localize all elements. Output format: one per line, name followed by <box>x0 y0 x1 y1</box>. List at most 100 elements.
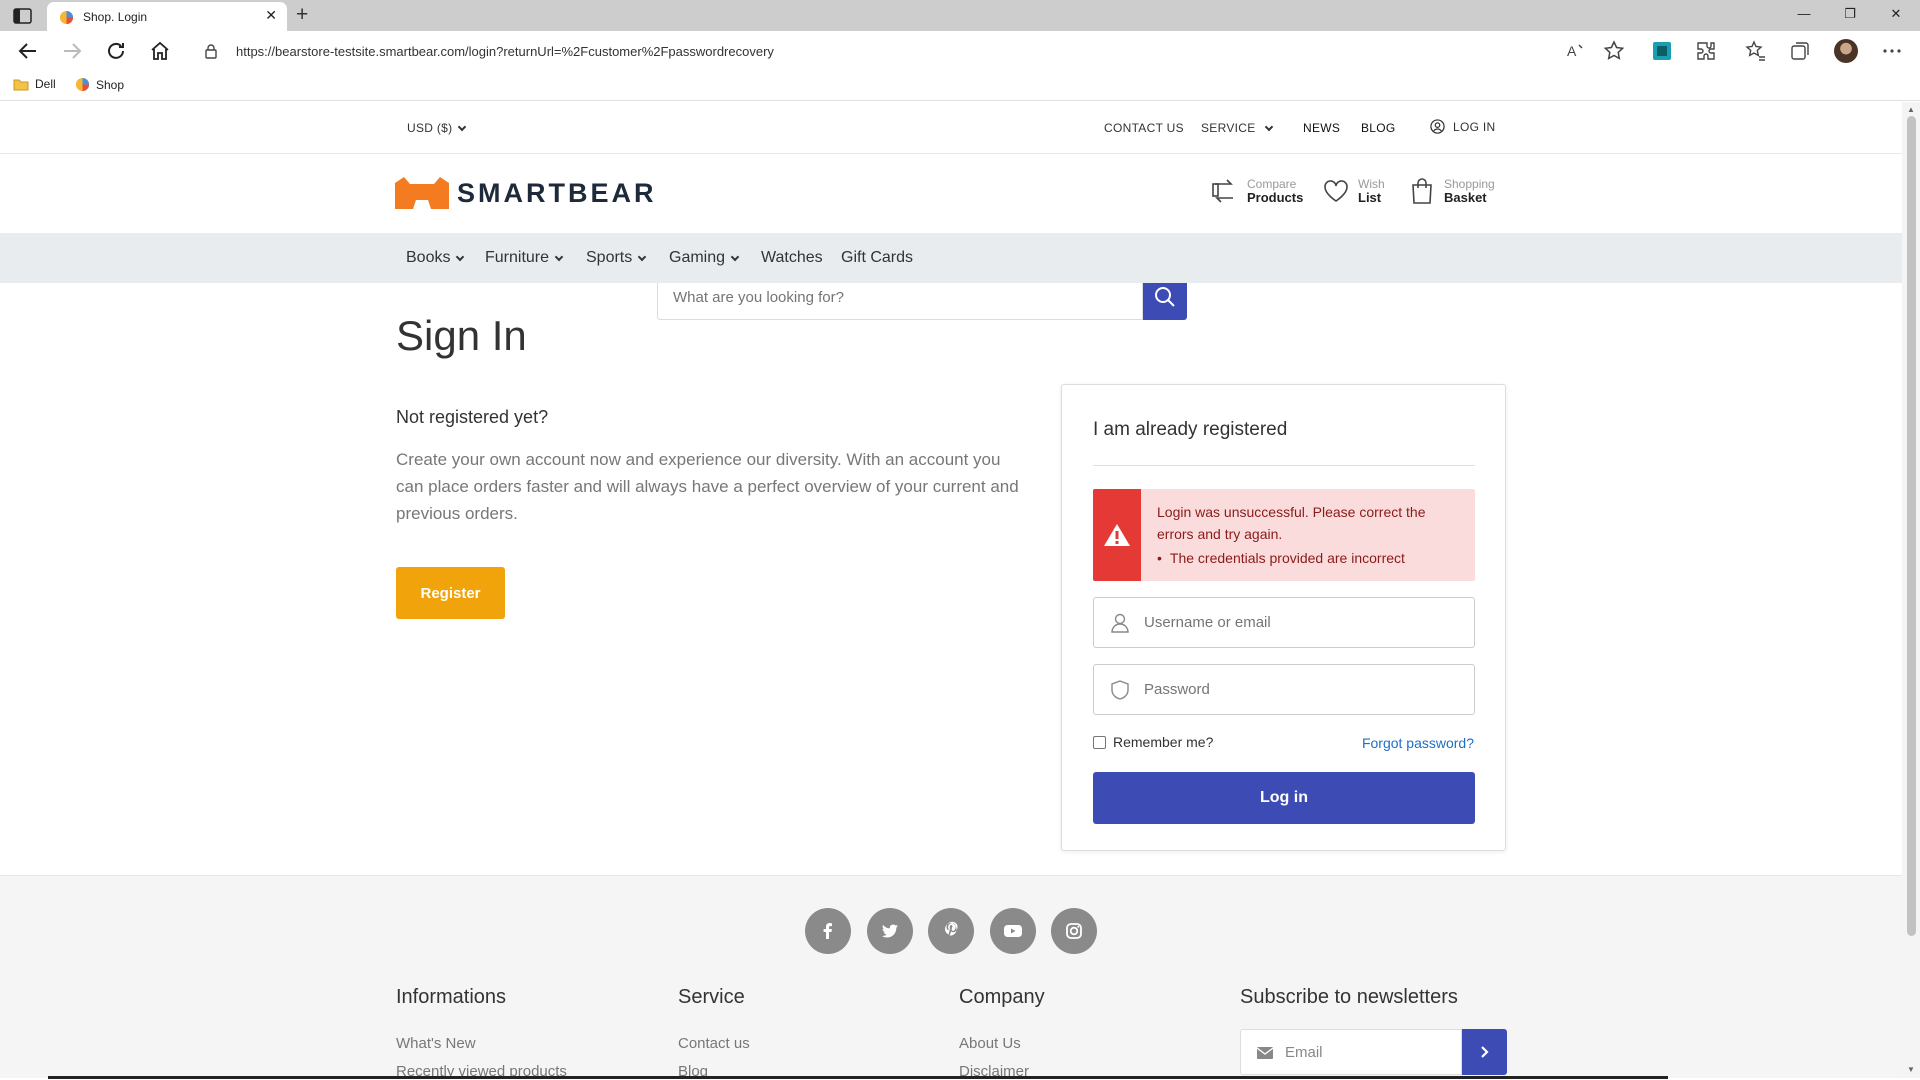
tab-title: Shop. Login <box>83 10 148 24</box>
footer-informations-heading: Informations <box>396 986 507 1008</box>
category-books[interactable]: Books <box>406 249 465 267</box>
profile-avatar[interactable] <box>1834 39 1858 63</box>
read-aloud-icon[interactable]: A <box>1564 39 1588 63</box>
password-field[interactable] <box>1093 664 1475 715</box>
bookmark-label: Shop <box>96 77 125 92</box>
browser-tab-active[interactable]: Shop. Login ✕ <box>47 2 287 31</box>
footer: Informations What's New Recently viewed … <box>0 875 1902 1078</box>
news-link[interactable]: NEWS <box>1303 121 1340 135</box>
divider <box>1093 465 1475 466</box>
category-watches[interactable]: Watches <box>761 249 823 267</box>
smartbear-logo[interactable]: SMARTBEAR <box>395 177 657 209</box>
footer-newsletter-heading: Subscribe to newsletters <box>1240 986 1458 1008</box>
svg-text:A: A <box>1567 43 1577 59</box>
warning-icon <box>1104 524 1130 546</box>
newsletter-subscribe-button[interactable] <box>1462 1029 1507 1075</box>
tab-close-icon[interactable]: ✕ <box>265 7 277 24</box>
wish-list-link[interactable]: Wish List <box>1322 177 1385 205</box>
more-menu-icon[interactable] <box>1880 39 1904 63</box>
browser-tab-bar: Shop. Login ✕ + — ❐ ✕ <box>0 0 1920 31</box>
footer-link-contact-us[interactable]: Contact us <box>678 1035 750 1052</box>
footer-link-whats-new[interactable]: What's New <box>396 1035 476 1052</box>
shop-favicon-icon <box>59 10 74 25</box>
instagram-button[interactable] <box>1051 908 1097 954</box>
newsletter-email-input[interactable]: Email <box>1240 1029 1462 1075</box>
login-link[interactable]: LOG IN <box>1430 119 1495 134</box>
remember-me-label: Remember me? <box>1113 734 1214 750</box>
heart-icon <box>1324 180 1348 202</box>
chevron-down-icon <box>458 122 467 132</box>
bookmark-shop[interactable]: Shop <box>75 77 124 92</box>
blog-link[interactable]: BLOG <box>1361 121 1396 135</box>
home-icon[interactable] <box>148 39 172 63</box>
error-alert: Login was unsuccessful. Please correct t… <box>1093 489 1475 581</box>
category-gift-cards[interactable]: Gift Cards <box>841 249 913 267</box>
scroll-down-icon[interactable]: ▼ <box>1907 1065 1915 1074</box>
currency-selector[interactable]: USD ($) <box>407 121 467 135</box>
error-icon-column <box>1093 489 1141 581</box>
contact-us-link[interactable]: CONTACT US <box>1104 121 1184 135</box>
compare-products-link[interactable]: Compare Products <box>1211 177 1303 205</box>
extension-square-icon[interactable] <box>1650 39 1674 63</box>
scroll-thumb[interactable] <box>1907 116 1916 936</box>
bear-logo-icon <box>395 177 449 209</box>
remember-me[interactable]: Remember me? <box>1093 734 1213 750</box>
browser-toolbar: https://bearstore-testsite.smartbear.com… <box>0 31 1920 71</box>
password-input[interactable] <box>1144 666 1464 713</box>
pinterest-icon <box>944 921 958 936</box>
favorites-icon[interactable] <box>1744 39 1768 63</box>
service-menu[interactable]: SERVICE <box>1201 121 1273 135</box>
footer-service-heading: Service <box>678 986 745 1008</box>
youtube-button[interactable] <box>990 908 1036 954</box>
shopping-bag-icon <box>1412 178 1432 204</box>
chevron-down-icon <box>730 252 740 262</box>
pinterest-button[interactable] <box>928 908 974 954</box>
username-input[interactable] <box>1144 599 1464 646</box>
register-description: Create your own account now and experien… <box>396 450 1019 523</box>
folder-icon <box>13 79 29 90</box>
sidebar-toggle-icon[interactable] <box>12 7 34 25</box>
category-furniture[interactable]: Furniture <box>485 249 564 267</box>
not-registered-heading: Not registered yet? <box>396 407 549 427</box>
site-header: SMARTBEAR <box>0 155 1902 233</box>
bookmark-label: Dell <box>35 77 56 91</box>
collections-icon[interactable] <box>1788 39 1812 63</box>
forward-icon[interactable] <box>60 39 84 63</box>
refresh-icon[interactable] <box>104 39 128 63</box>
add-favorite-icon[interactable] <box>1602 39 1626 63</box>
restore-icon[interactable]: ❐ <box>1840 6 1860 22</box>
envelope-icon <box>1257 1047 1273 1059</box>
instagram-icon <box>1066 923 1082 939</box>
window-close-icon[interactable]: ✕ <box>1886 6 1906 22</box>
shield-icon <box>1111 680 1129 700</box>
bookmark-dell[interactable]: Dell <box>13 77 56 91</box>
login-card-title: I am already registered <box>1093 419 1288 440</box>
remember-me-checkbox[interactable] <box>1093 735 1106 749</box>
category-nav: Books Furniture Sports Gaming Watches Gi… <box>0 233 1902 283</box>
category-sports[interactable]: Sports <box>586 249 647 267</box>
top-utility-bar: USD ($) CONTACT US SERVICE NEWS BLOG LOG… <box>0 102 1902 154</box>
chevron-down-icon <box>554 252 564 262</box>
youtube-icon <box>1004 925 1022 937</box>
address-bar[interactable]: https://bearstore-testsite.smartbear.com… <box>188 35 1636 67</box>
footer-link-about-us[interactable]: About Us <box>959 1035 1021 1052</box>
forgot-password-link[interactable]: Forgot password? <box>1362 735 1474 751</box>
url-text[interactable]: https://bearstore-testsite.smartbear.com… <box>236 44 774 59</box>
page-scrollbar[interactable]: ▲ ▼ <box>1902 102 1920 1078</box>
twitter-button[interactable] <box>867 908 913 954</box>
extensions-icon[interactable] <box>1694 39 1718 63</box>
facebook-button[interactable] <box>805 908 851 954</box>
lock-icon[interactable] <box>204 43 218 59</box>
footer-company-heading: Company <box>959 986 1045 1008</box>
minimize-icon[interactable]: — <box>1794 6 1814 21</box>
shopping-basket-link[interactable]: Shopping Basket <box>1410 177 1495 205</box>
login-button[interactable]: Log in <box>1093 772 1475 824</box>
scroll-up-icon[interactable]: ▲ <box>1907 105 1915 114</box>
page-title: Sign In <box>396 312 527 359</box>
search-icon <box>1155 287 1175 307</box>
category-gaming[interactable]: Gaming <box>669 249 740 267</box>
back-icon[interactable] <box>16 39 40 63</box>
username-field[interactable] <box>1093 597 1475 648</box>
register-button[interactable]: Register <box>396 567 505 619</box>
new-tab-icon[interactable]: + <box>296 3 308 27</box>
